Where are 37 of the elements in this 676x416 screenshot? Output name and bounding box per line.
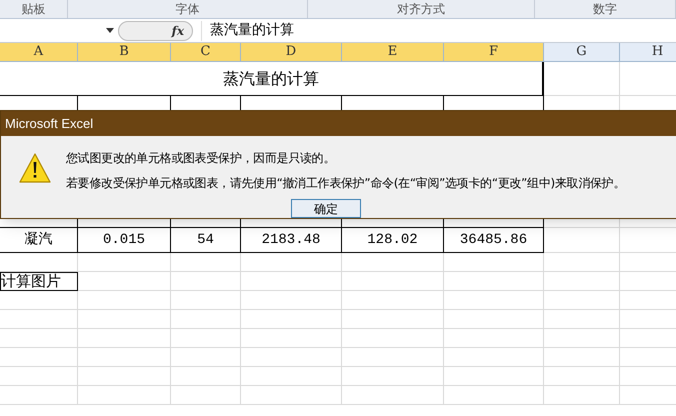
table-cell: 36485.86	[444, 228, 544, 253]
formula-field[interactable]: 蒸汽量的计算	[201, 20, 676, 40]
table-cell	[171, 310, 241, 329]
table-cell: 计算图片	[0, 272, 78, 291]
table-cell	[171, 291, 241, 310]
dropdown-icon	[106, 28, 114, 33]
ribbon-group-label: 数字	[592, 1, 617, 18]
table-cell: 2183.48	[241, 228, 342, 253]
table-cell	[171, 367, 241, 386]
function-icon[interactable]: fx	[172, 22, 184, 40]
table-cell	[171, 253, 241, 272]
ribbon-group-label: 对齐方式	[396, 1, 445, 18]
column-header[interactable]: A	[0, 43, 78, 62]
dialog-message: 您试图更改的单元格或图表受保护，因而是只读的。	[66, 150, 336, 167]
table-cell	[171, 329, 241, 348]
table-cell: 54	[171, 228, 241, 253]
ribbon-group-label: 贴板	[21, 1, 46, 18]
column-header[interactable]: C	[171, 43, 241, 62]
column-header[interactable]: G	[544, 43, 620, 62]
formula-buttons[interactable]: fx	[118, 20, 193, 40]
table-cell: 凝汽	[0, 228, 78, 253]
column-header[interactable]: F	[444, 43, 544, 62]
column-header[interactable]: H	[620, 43, 676, 62]
table-cell	[171, 386, 241, 405]
ribbon-group-label: 字体	[176, 1, 200, 18]
column-header[interactable]: D	[241, 43, 342, 62]
table-cell: 128.02	[342, 228, 444, 253]
table-cell	[171, 348, 241, 367]
column-header[interactable]: B	[78, 43, 171, 62]
column-header[interactable]: E	[342, 43, 444, 62]
dialog-title: Microsoft Excel	[5, 114, 94, 133]
table-cell: 0.015	[78, 228, 171, 253]
warning-icon	[19, 153, 51, 183]
ok-button[interactable]: 确定	[291, 199, 361, 218]
dialog-message: 若要修改受保护单元格或图表，请先使用“撤消工作表保护”命令(在“审阅”选项卡的“更改”组中)来取消保护。	[66, 175, 626, 192]
merged-title-cell: 蒸汽量的计算	[0, 62, 544, 96]
table-cell	[171, 272, 241, 291]
